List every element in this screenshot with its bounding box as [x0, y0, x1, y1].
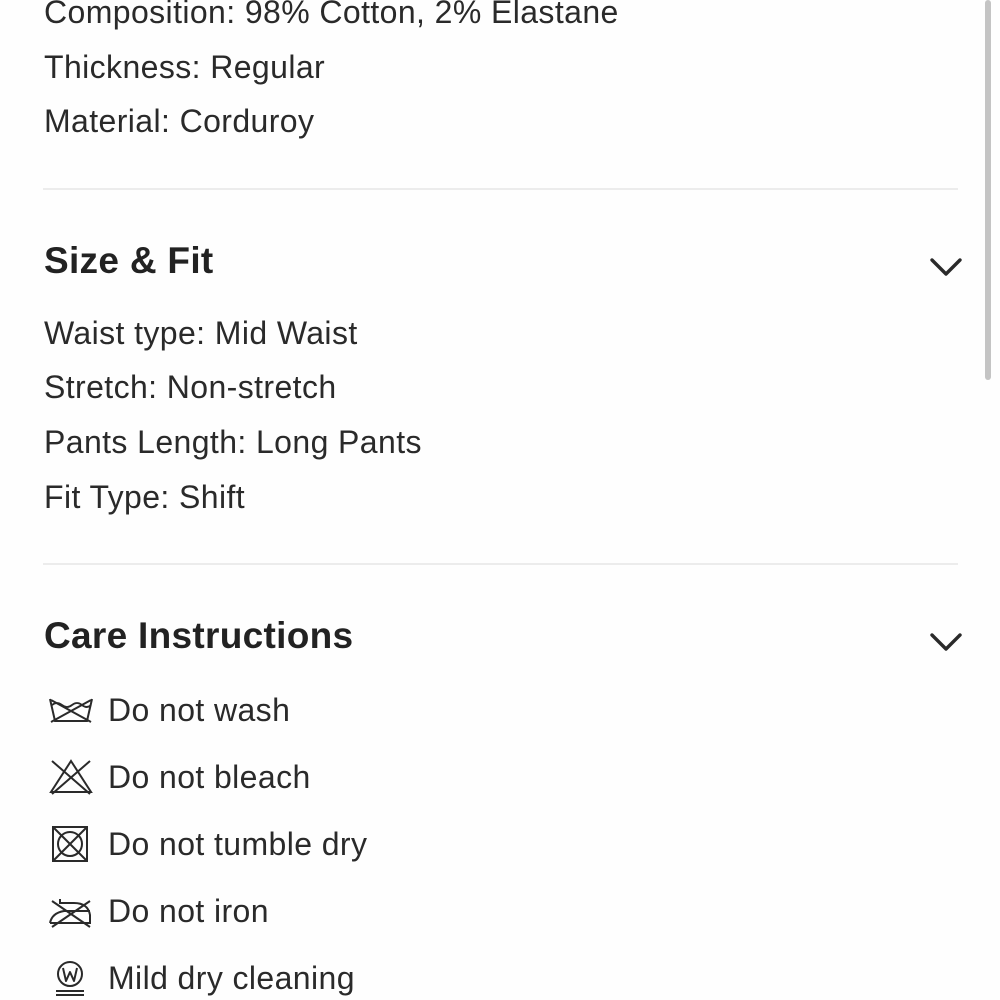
section-title-care-instructions[interactable]: Care Instructions	[44, 614, 353, 658]
detail-waist-type: Waist type: Mid Waist	[44, 315, 358, 351]
detail-thickness: Thickness: Regular	[44, 49, 326, 85]
mild-dry-cleaning-icon	[56, 961, 84, 996]
detail-fit-type: Fit Type: Shift	[44, 479, 246, 515]
section-title-size-fit[interactable]: Size & Fit	[44, 239, 214, 283]
do-not-bleach-icon	[49, 759, 93, 795]
detail-composition: Composition: 98% Cotton, 2% Elastane	[44, 0, 619, 30]
detail-material: Material: Corduroy	[44, 103, 315, 139]
chevron-down-icon[interactable]	[928, 630, 964, 654]
care-item: Do not wash	[46, 688, 290, 732]
care-item: Do not iron	[46, 889, 269, 933]
care-item: Mild dry cleaning	[46, 956, 355, 1000]
do-not-wash-icon	[49, 698, 93, 723]
do-not-tumble-dry-icon	[52, 826, 88, 862]
scrollbar-thumb[interactable]	[985, 0, 991, 380]
section-divider	[43, 563, 958, 565]
care-item: Do not bleach	[46, 755, 311, 799]
detail-stretch: Stretch: Non-stretch	[44, 369, 337, 405]
care-item-label: Mild dry cleaning	[108, 960, 355, 996]
chevron-down-icon[interactable]	[928, 255, 964, 279]
care-item-label: Do not wash	[108, 692, 291, 728]
section-divider	[43, 188, 958, 190]
care-item-label: Do not iron	[108, 893, 269, 929]
care-item: Do not tumble dry	[46, 822, 367, 866]
care-item-label: Do not bleach	[108, 759, 311, 795]
do-not-iron-icon	[49, 899, 91, 928]
detail-pants-length: Pants Length: Long Pants	[44, 424, 422, 460]
care-item-label: Do not tumble dry	[108, 826, 368, 862]
product-details-panel: Composition: 98% Cotton, 2% Elastane Thi…	[0, 0, 1000, 1000]
